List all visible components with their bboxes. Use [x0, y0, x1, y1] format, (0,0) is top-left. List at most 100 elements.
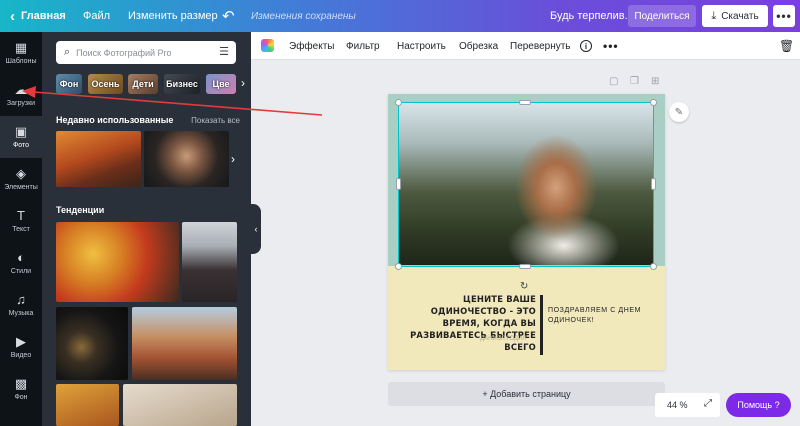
rail-label: Загрузки [6, 100, 36, 107]
zoom-level: 44 % [667, 400, 688, 410]
category-chips: Фон Осень Дети Бизнес Цве › [56, 74, 251, 96]
chip-autumn[interactable]: Осень [88, 74, 123, 94]
show-all-link[interactable]: Показать все [191, 116, 240, 125]
add-page-button[interactable]: + Добавить страницу [388, 382, 665, 406]
palette-icon: ◐ [17, 250, 25, 265]
photo-thumb-girl[interactable] [182, 222, 237, 302]
rotate-icon[interactable]: ↻ [520, 281, 528, 292]
chevron-right-icon[interactable]: › [231, 152, 235, 166]
info-icon[interactable]: i [580, 40, 592, 52]
rail-item-photos[interactable]: ▣ Фото [0, 116, 42, 158]
rail-item-text[interactable]: T Текст [0, 200, 42, 242]
fullscreen-icon[interactable]: ⤢ [704, 398, 712, 409]
more-icon[interactable]: ••• [603, 32, 619, 60]
design-title[interactable]: Будь терпелив. [550, 0, 628, 32]
recent-title: Недавно использованные [56, 115, 174, 125]
file-menu[interactable]: Файл [83, 0, 110, 32]
resize-handle[interactable] [519, 264, 531, 269]
home-button[interactable]: ‹ Главная [10, 0, 66, 32]
flip-button[interactable]: Перевернуть [510, 32, 571, 60]
congrats-text[interactable]: ПОЗДРАВЛЯЕМ С ДНЕМ ОДИНОЧЕК! [548, 306, 658, 326]
duplicate-icon[interactable]: ❐ [630, 76, 639, 87]
resize-handle[interactable] [396, 178, 401, 190]
save-status: Изменения сохранены [251, 10, 356, 22]
rail-label: Видео [10, 352, 32, 359]
resize-handle[interactable] [519, 100, 531, 105]
share-label: Поделиться [634, 10, 690, 22]
rail-item-templates[interactable]: ▦ Шаблоны [0, 32, 42, 74]
crop-button[interactable]: Обрезка [459, 32, 498, 60]
rail-label: Шаблоны [5, 58, 37, 65]
download-label: Скачать [721, 10, 759, 22]
note-icon[interactable]: ▢ [609, 76, 618, 87]
text-icon: T [17, 208, 25, 223]
help-button[interactable]: Помощь ? [726, 393, 791, 417]
chevron-right-icon[interactable]: › [241, 76, 245, 90]
rail-item-styles[interactable]: ◐ Стили [0, 242, 42, 284]
chip-business[interactable]: Бизнес [164, 74, 200, 94]
rail-label: Текст [12, 226, 30, 233]
resize-handle[interactable] [650, 99, 657, 106]
home-label: Главная [21, 10, 66, 22]
rail-item-music[interactable]: ♫ Музыка [0, 284, 42, 326]
download-icon: ⤓ [711, 9, 717, 22]
rail-label: Фото [12, 142, 30, 149]
comment-icon[interactable]: ✎ [669, 102, 689, 122]
chevron-left-icon: ‹ [10, 7, 15, 25]
quote-author[interactable]: ДАНИЭЛ ГОДИЛ [480, 336, 526, 342]
resize-button[interactable]: Изменить размер [128, 0, 218, 32]
search-placeholder: Поиск Фотографий Pro [76, 47, 172, 58]
rail-item-elements[interactable]: ◈ Элементы [0, 158, 42, 200]
download-button[interactable]: ⤓ Скачать [702, 5, 768, 27]
vertical-divider[interactable] [540, 295, 543, 355]
rail-label: Элементы [4, 184, 38, 191]
left-rail: ▦ Шаблоны ☁ Загрузки ▣ Фото ◈ Элементы T… [0, 32, 42, 426]
color-palette-icon[interactable] [261, 39, 274, 52]
adjust-button[interactable]: Настроить [397, 32, 446, 60]
add-page-icon[interactable]: ⊞ [651, 76, 659, 87]
photo-thumb-friends[interactable] [132, 307, 237, 380]
rail-label: Музыка [8, 310, 34, 317]
photo-thumb-leaves[interactable] [56, 384, 119, 426]
rail-item-background[interactable]: ▩ Фон [0, 368, 42, 410]
zoom-control[interactable]: 44 % ⤢ [655, 393, 720, 417]
share-button[interactable]: Поделиться [628, 5, 696, 27]
resize-handle[interactable] [395, 263, 402, 270]
photo-thumb-woman[interactable] [144, 131, 229, 187]
collapse-panel-button[interactable]: ‹ [251, 204, 261, 254]
elements-icon: ◈ [16, 166, 26, 181]
search-icon: ⌕ [64, 46, 71, 58]
trends-title: Тенденции [56, 205, 105, 215]
effects-button[interactable]: Эффекты [289, 32, 334, 60]
video-icon: ▶ [16, 334, 26, 349]
photo-thumb-food[interactable] [56, 222, 179, 302]
chip-colors[interactable]: Цве [206, 74, 236, 94]
resize-handle[interactable] [395, 99, 402, 106]
filter-sliders-icon[interactable]: ☰ [219, 45, 229, 58]
trash-icon[interactable]: 🗑 [779, 32, 794, 60]
photo-thumb-autumn[interactable] [56, 131, 141, 187]
top-bar: ‹ Главная Файл Изменить размер ↶ Изменен… [0, 0, 800, 32]
rail-label: Фон [14, 394, 28, 401]
photo-icon: ▣ [14, 124, 28, 139]
rail-item-uploads[interactable]: ☁ Загрузки [0, 74, 42, 116]
photo-thumb-dark[interactable] [56, 307, 128, 380]
photo-thumb-beige[interactable] [123, 384, 237, 426]
undo-icon[interactable]: ↶ [222, 0, 235, 32]
more-options-button[interactable]: ••• [773, 5, 795, 27]
resize-handle[interactable] [651, 178, 656, 190]
background-icon: ▩ [14, 376, 28, 391]
image-toolbar: Эффекты Фильтр Настроить Обрезка Перевер… [251, 32, 800, 60]
upload-cloud-icon: ☁ [14, 82, 28, 97]
quote-text[interactable]: ЦЕНИТЕ ВАШЕ ОДИНОЧЕСТВО - ЭТО ВРЕМЯ, КОГ… [404, 293, 536, 353]
photo-search-input[interactable]: ⌕ Поиск Фотографий Pro ☰ [56, 41, 236, 64]
templates-icon: ▦ [14, 40, 28, 55]
photos-panel: ⌕ Поиск Фотографий Pro ☰ Фон Осень Дети … [42, 32, 251, 426]
chip-kids[interactable]: Дети [128, 74, 158, 94]
selection-frame [398, 102, 654, 267]
rail-item-video[interactable]: ▶ Видео [0, 326, 42, 368]
chip-background[interactable]: Фон [56, 74, 82, 94]
music-icon: ♫ [16, 292, 26, 307]
resize-handle[interactable] [650, 263, 657, 270]
filter-button[interactable]: Фильтр [346, 32, 380, 60]
